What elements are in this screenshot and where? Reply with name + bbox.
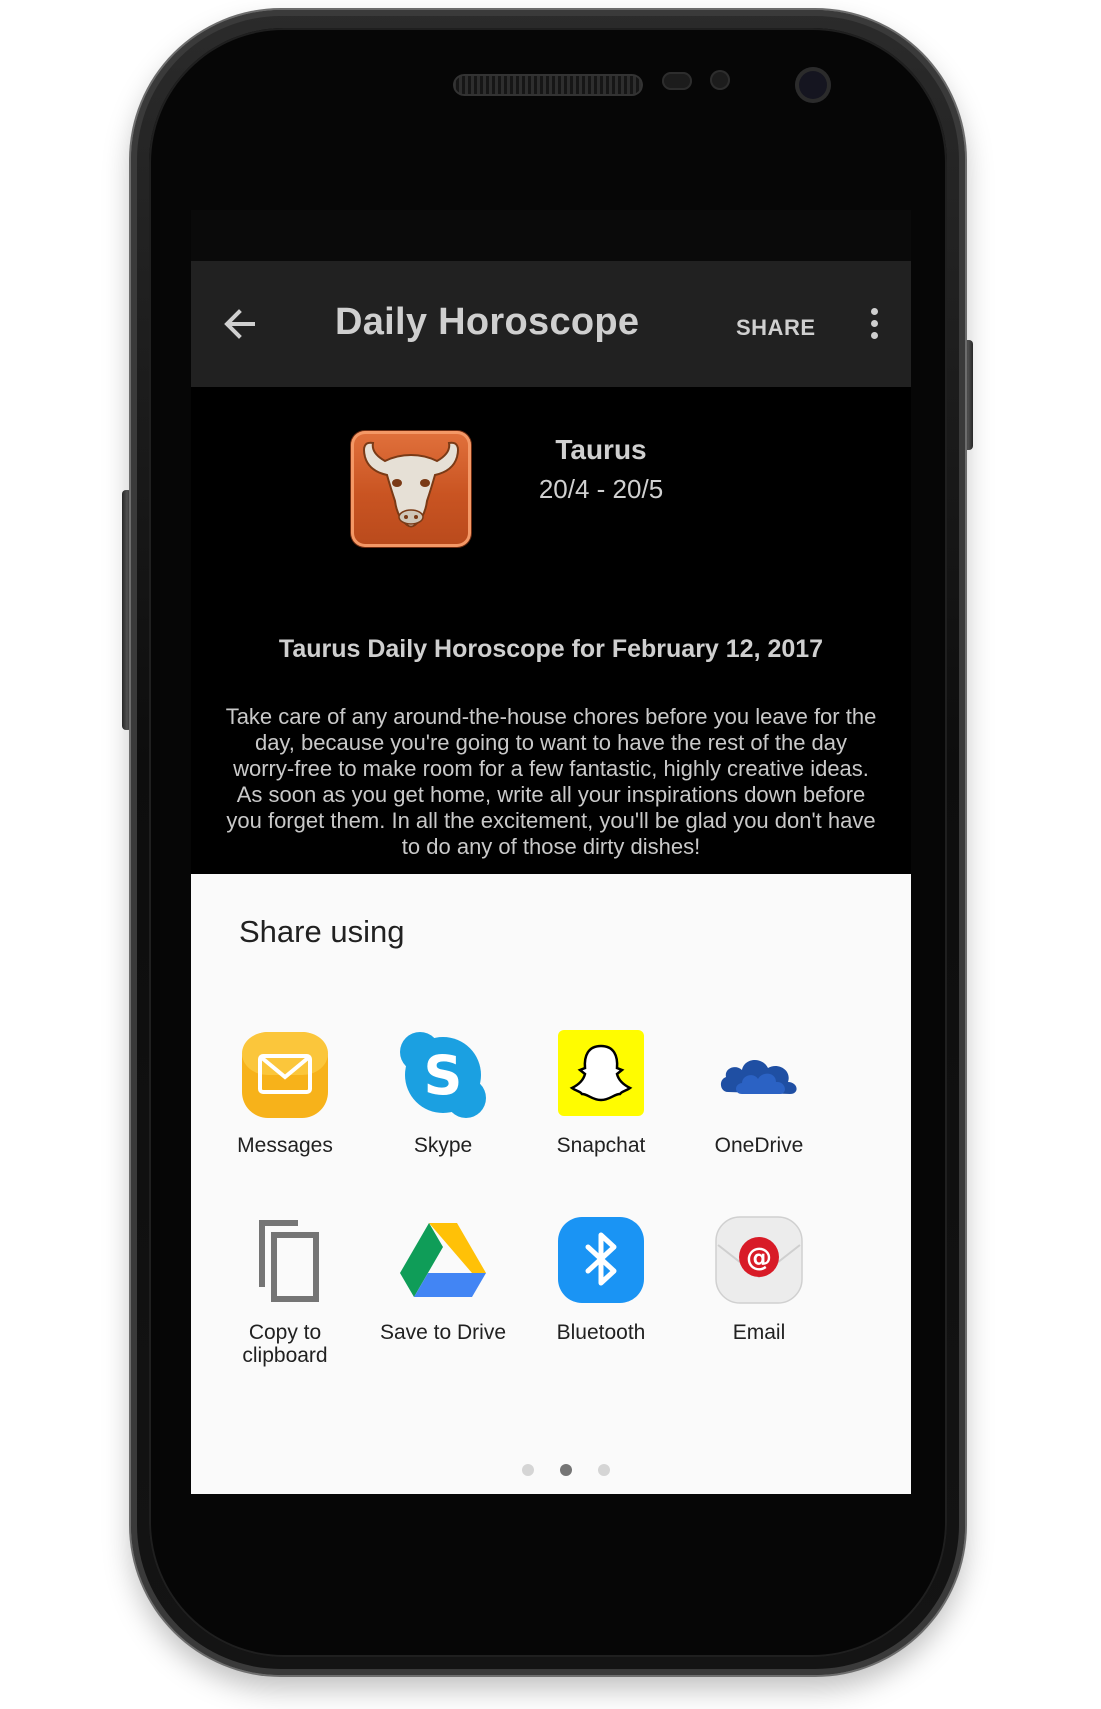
- svg-text:S: S: [424, 1044, 463, 1107]
- share-option-snapchat[interactable]: Snapchat: [515, 1028, 687, 1157]
- front-camera: [795, 67, 831, 103]
- share-option-copy-to-clipboard[interactable]: Copy to clipboard: [199, 1215, 371, 1367]
- share-option-label: Email: [732, 1321, 786, 1344]
- sign-name: Taurus: [555, 434, 647, 465]
- page-title: Daily Horoscope: [335, 301, 640, 343]
- horoscope-title: Taurus Daily Horoscope for February 12, …: [278, 635, 824, 663]
- page-indicator: [509, 1463, 623, 1481]
- share-option-skype[interactable]: S Skype: [357, 1028, 529, 1157]
- share-option-bluetooth[interactable]: Bluetooth: [515, 1215, 687, 1344]
- share-option-save-to-drive[interactable]: Save to Drive: [357, 1215, 529, 1344]
- light-sensor: [710, 70, 730, 90]
- more-vertical-icon: [859, 308, 889, 339]
- share-option-label: Save to Drive: [379, 1321, 507, 1344]
- svg-text:@: @: [746, 1243, 772, 1273]
- google-drive-icon: [396, 1215, 490, 1309]
- page-dot[interactable]: [522, 1464, 534, 1476]
- earpiece-speaker: [453, 74, 643, 96]
- bluetooth-icon: [554, 1215, 648, 1309]
- email-icon: @: [712, 1215, 806, 1309]
- horoscope-body: Take care of any around-the-house chores…: [225, 704, 877, 859]
- bull-icon: [351, 431, 471, 547]
- status-bar: [191, 210, 911, 261]
- app-bar: Daily Horoscope SHARE: [191, 261, 911, 387]
- share-sheet: Share using Messages S Skype Snapchat On…: [191, 874, 911, 1494]
- share-option-label: Bluetooth: [556, 1321, 646, 1344]
- share-option-label: OneDrive: [714, 1134, 804, 1157]
- onedrive-icon: [712, 1028, 806, 1122]
- sign-dates: 20/4 - 20/5: [538, 474, 664, 504]
- share-option-label: Messages: [237, 1134, 333, 1157]
- copy-icon: [238, 1215, 332, 1309]
- share-sheet-title: Share using: [239, 914, 405, 949]
- messages-icon: [238, 1028, 332, 1122]
- share-option-messages[interactable]: Messages: [199, 1028, 371, 1157]
- overflow-menu-button[interactable]: [859, 305, 889, 345]
- share-option-label: Copy to clipboard: [242, 1321, 328, 1367]
- page-dot-active[interactable]: [560, 1464, 572, 1476]
- snapchat-icon: [554, 1028, 648, 1122]
- proximity-sensor: [662, 72, 692, 90]
- share-option-onedrive[interactable]: OneDrive: [673, 1028, 845, 1157]
- arrow-left-icon: [224, 309, 255, 339]
- page-dot[interactable]: [598, 1464, 610, 1476]
- share-option-label: Skype: [413, 1134, 473, 1157]
- share-option-email[interactable]: @ Email: [673, 1215, 845, 1344]
- share-option-label: Snapchat: [556, 1134, 646, 1157]
- skype-icon: S: [396, 1028, 490, 1122]
- share-button[interactable]: SHARE: [736, 315, 816, 341]
- phone-screen: Daily Horoscope SHARE Taurus 20/4 - 20/5…: [191, 210, 911, 1494]
- back-button[interactable]: [215, 299, 265, 349]
